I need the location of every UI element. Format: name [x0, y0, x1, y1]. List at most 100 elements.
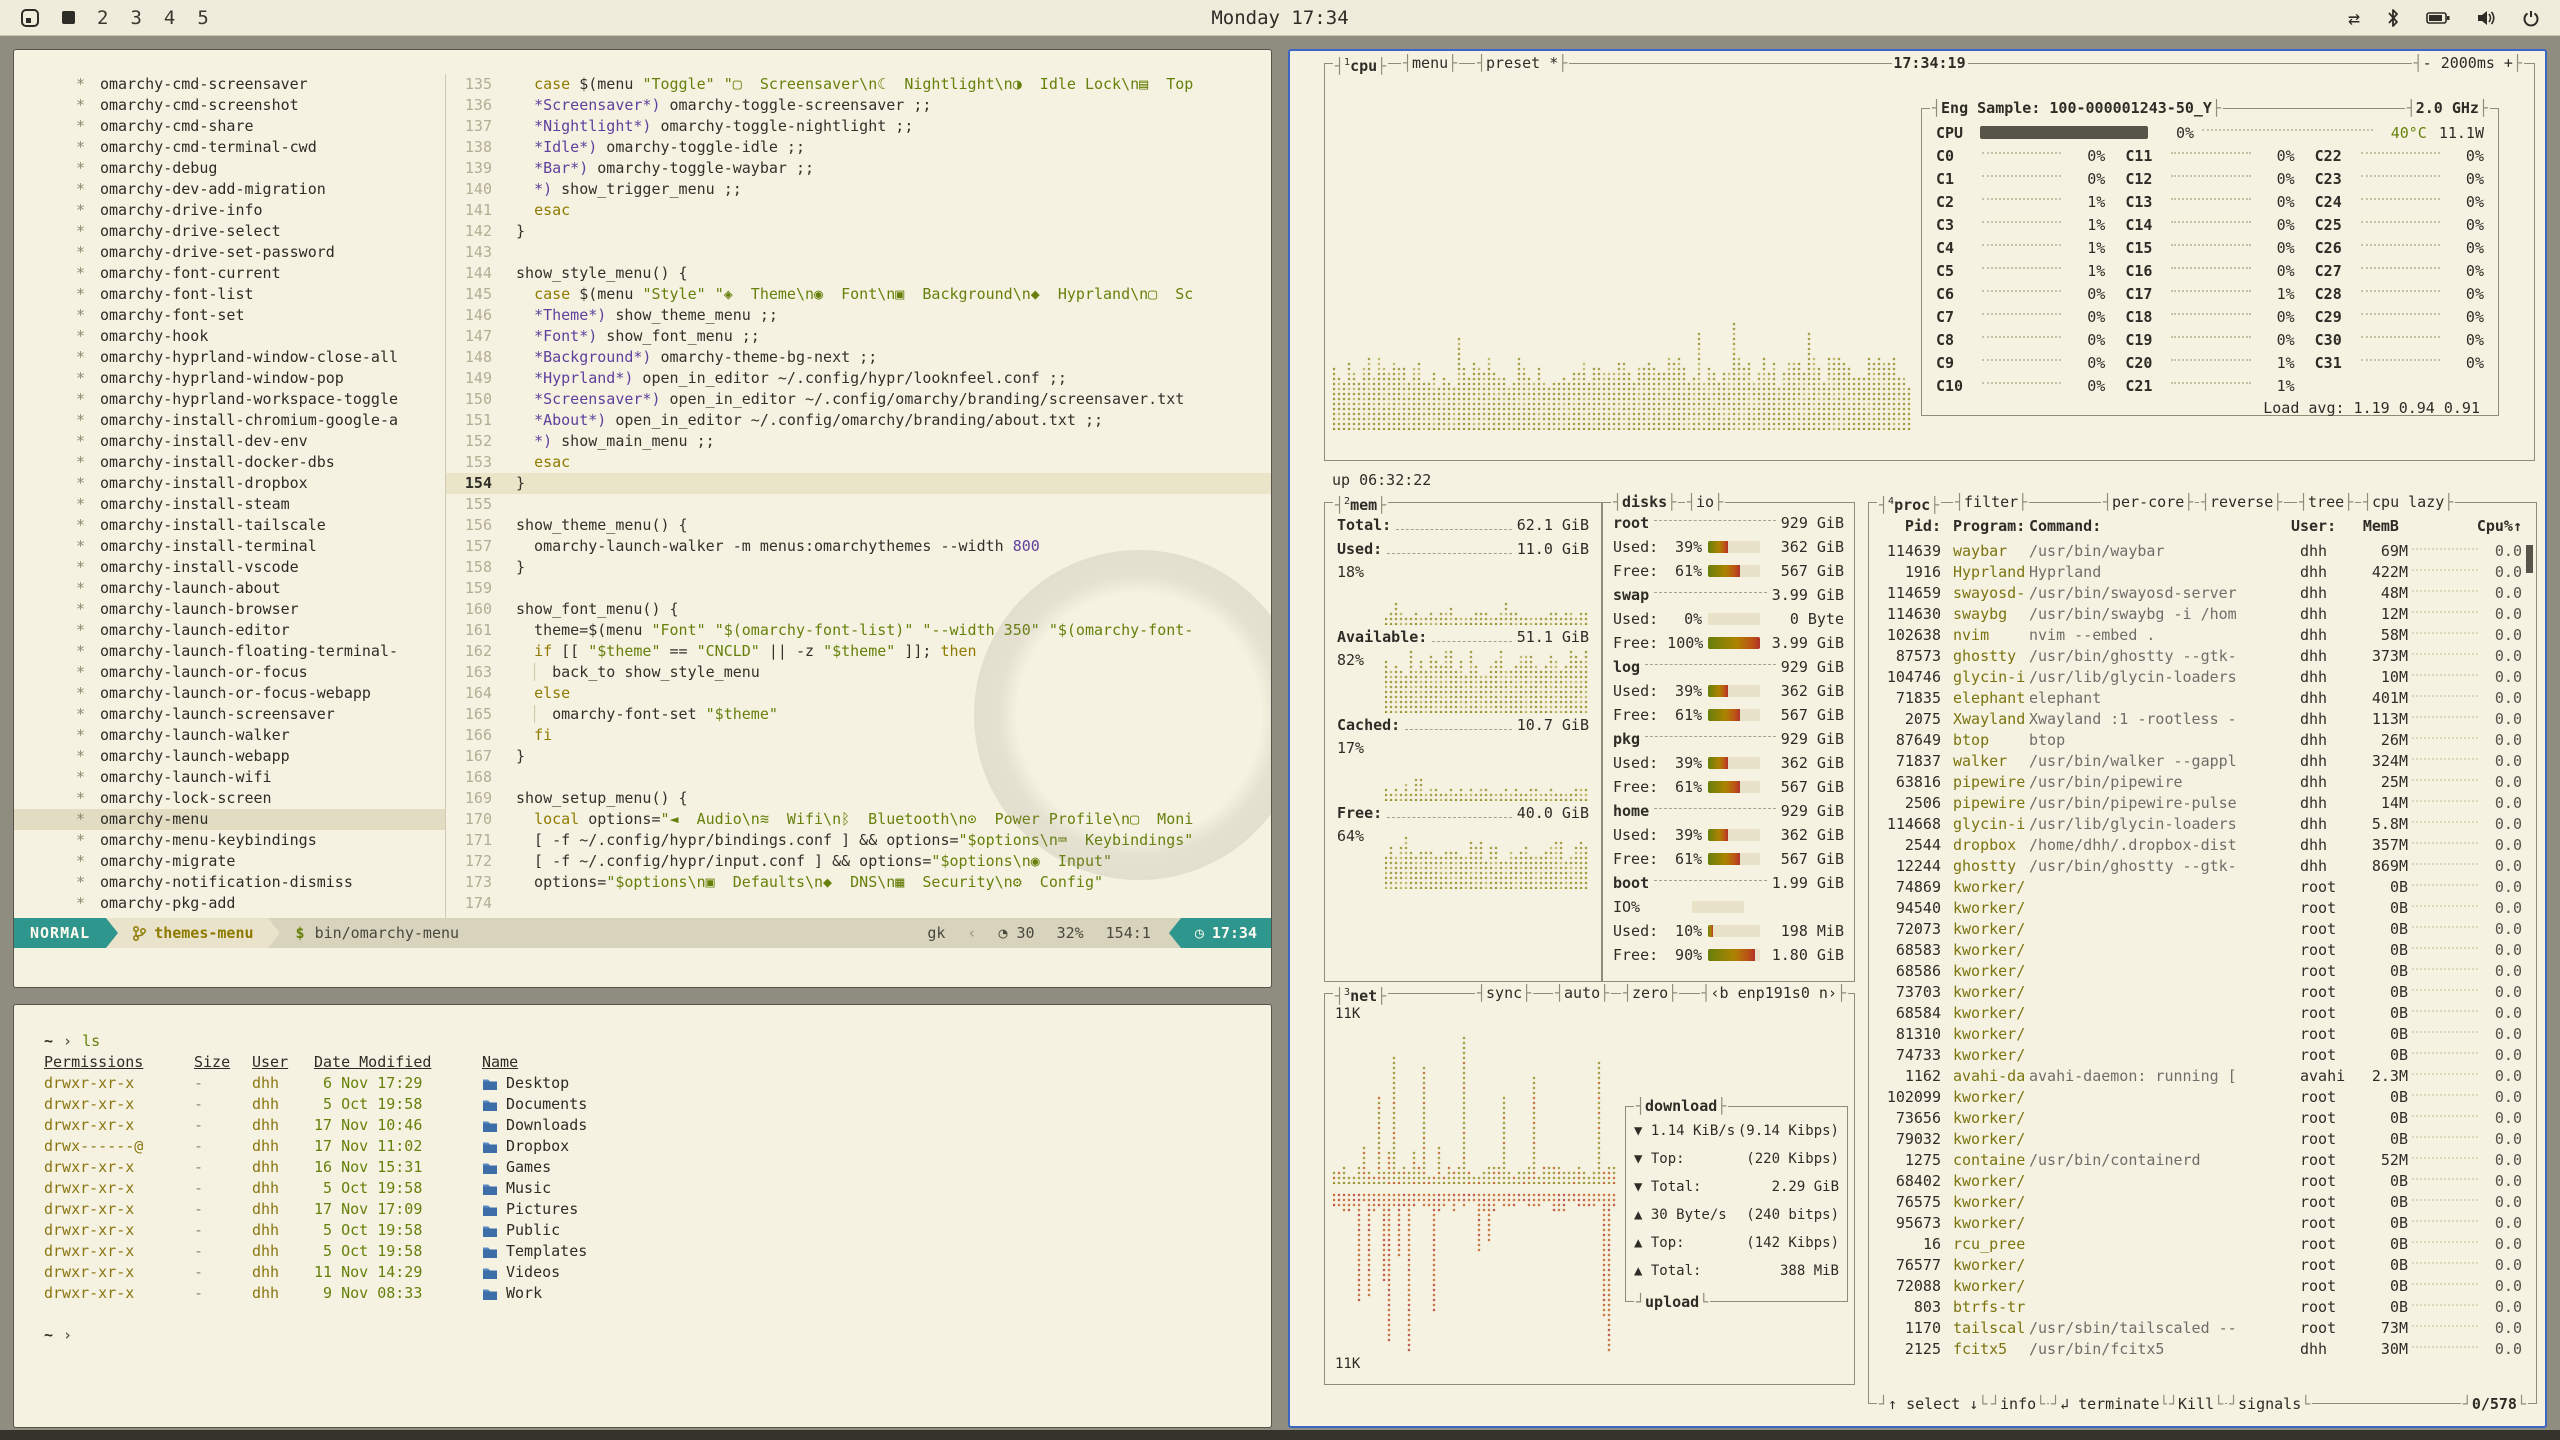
file-item[interactable]: *omarchy-hook	[14, 326, 445, 347]
mem-box-title[interactable]: 2mem	[1333, 493, 1388, 511]
io-mode-button[interactable]: io	[1685, 493, 1725, 511]
file-item[interactable]: *omarchy-cmd-terminal-cwd	[14, 137, 445, 158]
process-row[interactable]: 104746glycin-i/usr/lib/glycin-loadersdhh…	[1869, 667, 2536, 688]
workspace-1-active[interactable]	[62, 11, 75, 24]
file-item[interactable]: *omarchy-install-dropbox	[14, 473, 445, 494]
proc-signals-button[interactable]: signals	[2227, 1395, 2312, 1413]
process-row[interactable]: 95673kworker/root0B0.0	[1869, 1213, 2536, 1234]
file-item[interactable]: *omarchy-launch-about	[14, 578, 445, 599]
update-icon[interactable]: ⇄	[2348, 6, 2360, 30]
file-item[interactable]: *omarchy-launch-or-focus-webapp	[14, 683, 445, 704]
file-item[interactable]: *omarchy-launch-screensaver	[14, 704, 445, 725]
process-row[interactable]: 76575kworker/root0B0.0	[1869, 1192, 2536, 1213]
file-explorer[interactable]: *omarchy-cmd-screensaver*omarchy-cmd-scr…	[14, 74, 446, 918]
process-row[interactable]: 114659swayosd-/usr/bin/swayosd-serverdhh…	[1869, 583, 2536, 604]
process-row[interactable]: 87649btopbtopdhh26M0.0	[1869, 730, 2536, 751]
file-item[interactable]: *omarchy-cmd-screensaver	[14, 74, 445, 95]
process-row[interactable]: 1916HyprlandHyprlanddhh422M0.0	[1869, 562, 2536, 583]
file-item[interactable]: *omarchy-font-current	[14, 263, 445, 284]
file-item[interactable]: *omarchy-launch-or-focus	[14, 662, 445, 683]
process-row[interactable]: 63816pipewire/usr/bin/pipewiredhh25M0.0	[1869, 772, 2536, 793]
process-row[interactable]: 803btrfs-trroot0B0.0	[1869, 1297, 2536, 1318]
process-row[interactable]: 79032kworker/root0B0.0	[1869, 1129, 2536, 1150]
proc-info-button[interactable]: info	[1989, 1395, 2047, 1413]
proc-select-keys[interactable]: ↑ select ↓	[1877, 1395, 1989, 1413]
process-row[interactable]: 1170tailscal/usr/sbin/tailscaled --root7…	[1869, 1318, 2536, 1339]
process-row[interactable]: 2125fcitx5/usr/bin/fcitx5dhh30M0.0	[1869, 1339, 2536, 1360]
file-item[interactable]: *omarchy-notification-dismiss	[14, 872, 445, 893]
process-row[interactable]: 71837walker/usr/bin/walker --gappldhh324…	[1869, 751, 2536, 772]
file-item[interactable]: *omarchy-install-docker-dbs	[14, 452, 445, 473]
proc-scrollbar[interactable]	[2526, 545, 2533, 573]
process-row[interactable]: 81310kworker/root0B0.0	[1869, 1024, 2536, 1045]
file-item[interactable]: *omarchy-cmd-screenshot	[14, 95, 445, 116]
file-item[interactable]: *omarchy-migrate	[14, 851, 445, 872]
file-item[interactable]: *omarchy-launch-webapp	[14, 746, 445, 767]
net-sync-button[interactable]: sync	[1475, 984, 1533, 1002]
net-box-title[interactable]: 3net	[1333, 984, 1388, 1002]
file-item[interactable]: *omarchy-launch-walker	[14, 725, 445, 746]
file-item[interactable]: *omarchy-install-terminal	[14, 536, 445, 557]
process-row[interactable]: 68583kworker/root0B0.0	[1869, 940, 2536, 961]
proc-sort-selector[interactable]: cpu lazy	[2361, 493, 2455, 511]
proc-kill-button[interactable]: Kill	[2167, 1395, 2225, 1413]
process-row[interactable]: 72088kworker/root0B0.0	[1869, 1276, 2536, 1297]
refresh-interval-control[interactable]: - 2000ms +	[2412, 54, 2524, 72]
process-row[interactable]: 87573ghostty/usr/bin/ghostty --gtk-dhh37…	[1869, 646, 2536, 667]
process-row[interactable]: 1275containe/usr/bin/containerdroot52M0.…	[1869, 1150, 2536, 1171]
process-row[interactable]: 114639waybar/usr/bin/waybardhh69M0.0	[1869, 541, 2536, 562]
process-row[interactable]: 114668glycin-i/usr/lib/glycin-loadersdhh…	[1869, 814, 2536, 835]
net-interface-selector[interactable]: ‹b enp191s0 n›	[1700, 984, 1849, 1002]
menu-button[interactable]: menu	[1401, 54, 1459, 72]
omarchy-logo-icon[interactable]	[20, 8, 40, 28]
process-row[interactable]: 68586kworker/root0B0.0	[1869, 961, 2536, 982]
process-row[interactable]: 72073kworker/root0B0.0	[1869, 919, 2536, 940]
workspace-3[interactable]: 3	[130, 7, 141, 29]
process-row[interactable]: 71835elephantelephantdhh401M0.0	[1869, 688, 2536, 709]
process-row[interactable]: 2544dropbox/home/dhh/.dropbox-distdhh357…	[1869, 835, 2536, 856]
proc-box-title[interactable]: 4proc	[1877, 493, 1941, 511]
file-item[interactable]: *omarchy-dev-add-migration	[14, 179, 445, 200]
process-row[interactable]: 73656kworker/root0B0.0	[1869, 1108, 2536, 1129]
file-item[interactable]: *omarchy-launch-floating-terminal-	[14, 641, 445, 662]
file-item[interactable]: *omarchy-drive-set-password	[14, 242, 445, 263]
process-row[interactable]: 102638nvimnvim --embed .dhh58M0.0	[1869, 625, 2536, 646]
terminal-window[interactable]: ~›ls PermissionsSizeUserDate ModifiedNam…	[13, 1004, 1272, 1428]
process-row[interactable]: 1162avahi-daavahi-daemon: running [avahi…	[1869, 1066, 2536, 1087]
file-item[interactable]: *omarchy-launch-wifi	[14, 767, 445, 788]
workspace-2[interactable]: 2	[97, 7, 108, 29]
process-row[interactable]: 2075XwaylandXwayland :1 -rootless -dhh11…	[1869, 709, 2536, 730]
volume-icon[interactable]	[2476, 9, 2496, 27]
process-row[interactable]: 114630swaybg/usr/bin/swaybg -i /homdhh12…	[1869, 604, 2536, 625]
process-row[interactable]: 73703kworker/root0B0.0	[1869, 982, 2536, 1003]
file-item[interactable]: *omarchy-font-list	[14, 284, 445, 305]
power-icon[interactable]	[2522, 9, 2540, 27]
proc-reverse-button[interactable]: reverse	[2199, 493, 2284, 511]
file-item[interactable]: *omarchy-install-dev-env	[14, 431, 445, 452]
net-zero-button[interactable]: zero	[1621, 984, 1679, 1002]
process-row[interactable]: 102099kworker/root0B0.0	[1869, 1087, 2536, 1108]
code-buffer[interactable]: 135 case $(menu "Toggle" "▢ Screensaver\…	[446, 74, 1271, 918]
process-row[interactable]: 76577kworker/root0B0.0	[1869, 1255, 2536, 1276]
file-item[interactable]: *omarchy-cmd-share	[14, 116, 445, 137]
file-item[interactable]: *omarchy-install-vscode	[14, 557, 445, 578]
proc-tree-button[interactable]: tree	[2297, 493, 2355, 511]
process-row[interactable]: 74869kworker/root0B0.0	[1869, 877, 2536, 898]
file-item[interactable]: *omarchy-pkg-add	[14, 893, 445, 914]
editor-window[interactable]: *omarchy-cmd-screensaver*omarchy-cmd-scr…	[13, 49, 1272, 988]
workspace-5[interactable]: 5	[197, 7, 208, 29]
file-item[interactable]: *omarchy-font-set	[14, 305, 445, 326]
file-item[interactable]: *omarchy-drive-select	[14, 221, 445, 242]
proc-terminate-button[interactable]: ↲ terminate	[2049, 1395, 2170, 1413]
file-item[interactable]: *omarchy-debug	[14, 158, 445, 179]
process-row[interactable]: 74733kworker/root0B0.0	[1869, 1045, 2536, 1066]
battery-icon[interactable]	[2426, 11, 2450, 25]
file-item[interactable]: *omarchy-install-tailscale	[14, 515, 445, 536]
file-item[interactable]: *omarchy-drive-info	[14, 200, 445, 221]
file-item[interactable]: *omarchy-install-chromium-google-a	[14, 410, 445, 431]
file-item[interactable]: *omarchy-menu-keybindings	[14, 830, 445, 851]
process-row[interactable]: 2506pipewire/usr/bin/pipewire-pulsedhh14…	[1869, 793, 2536, 814]
cpu-box-title[interactable]: 1cpu	[1333, 54, 1388, 72]
net-auto-button[interactable]: auto	[1553, 984, 1611, 1002]
btop-window[interactable]: 1cpu menu preset * 17:34:19 - 2000ms + E…	[1288, 49, 2547, 1428]
